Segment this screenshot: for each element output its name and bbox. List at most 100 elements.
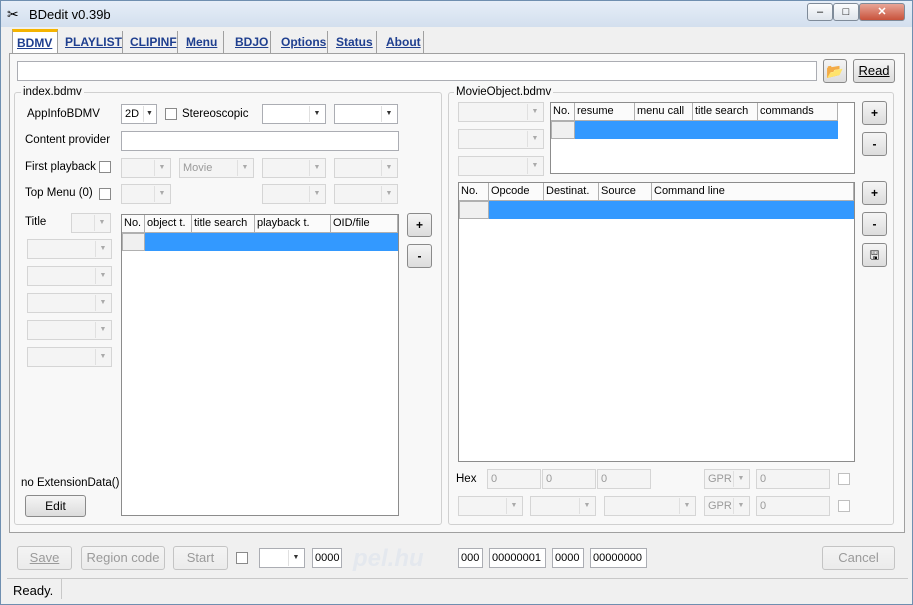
- movie-select-2[interactable]: ▼: [458, 129, 544, 149]
- hex-field-1[interactable]: 0: [487, 469, 541, 489]
- start-select[interactable]: ▼: [259, 548, 305, 568]
- column-header[interactable]: No.: [459, 183, 489, 201]
- first-playback-checkbox[interactable]: [99, 161, 111, 173]
- first-playback-type-select[interactable]: Movie ▼: [179, 158, 254, 178]
- chevron-down-icon: ▼: [288, 550, 303, 566]
- edit-button[interactable]: Edit: [25, 495, 86, 517]
- stereo-select-2[interactable]: ▼: [334, 104, 398, 124]
- first-playback-select-4[interactable]: ▼: [334, 158, 398, 178]
- top-menu-select-4[interactable]: ▼: [334, 184, 398, 204]
- value-field-4[interactable]: 00000000: [590, 548, 647, 568]
- value-field-1[interactable]: 000: [458, 548, 483, 568]
- tab-status[interactable]: Status: [332, 31, 377, 53]
- appinfo-select[interactable]: 2D ▼: [121, 104, 157, 124]
- gpr-field-2[interactable]: 0: [756, 496, 830, 516]
- value-field-3[interactable]: 0000: [552, 548, 584, 568]
- content-provider-label: Content provider: [25, 134, 111, 146]
- tab-about[interactable]: About: [382, 31, 424, 53]
- hex-field-3[interactable]: 0: [597, 469, 651, 489]
- close-button[interactable]: ✕: [859, 3, 905, 21]
- row-header[interactable]: [122, 233, 145, 251]
- chevron-down-icon: ▼: [579, 498, 594, 514]
- content-provider-field[interactable]: [121, 131, 399, 151]
- first-playback-select[interactable]: ▼: [121, 158, 171, 178]
- column-header[interactable]: Destinat.: [544, 183, 599, 201]
- movie-objects-grid[interactable]: No. resume menu call title search comman…: [550, 102, 855, 174]
- top-menu-checkbox[interactable]: [99, 188, 111, 200]
- start-button[interactable]: Start: [173, 546, 228, 570]
- value-field-2[interactable]: 00000001: [489, 548, 546, 568]
- tab-bdmv[interactable]: BDMV: [12, 29, 58, 54]
- gpr-field-1[interactable]: 0: [756, 469, 830, 489]
- chevron-down-icon: ▼: [381, 160, 396, 176]
- column-header[interactable]: playback t.: [255, 215, 331, 233]
- tab-playlist[interactable]: PLAYLIST: [61, 31, 123, 53]
- column-header[interactable]: OID/file: [331, 215, 398, 233]
- hex-field-2[interactable]: 0: [542, 469, 596, 489]
- row-header[interactable]: [551, 121, 575, 139]
- column-header[interactable]: menu call: [635, 103, 693, 121]
- cancel-button[interactable]: Cancel: [822, 546, 895, 570]
- title-select[interactable]: ▼: [71, 213, 111, 233]
- hex-label: Hex: [456, 473, 477, 485]
- gpr-checkbox-2[interactable]: [838, 500, 850, 512]
- add-title-button[interactable]: +: [407, 213, 432, 237]
- top-menu-select[interactable]: ▼: [121, 184, 171, 204]
- column-header[interactable]: resume: [575, 103, 635, 121]
- title-param-select-1[interactable]: ▼: [27, 239, 112, 259]
- table-row[interactable]: [575, 121, 838, 139]
- gpr-select-2[interactable]: GPR ▼: [704, 496, 750, 516]
- add-command-button[interactable]: +: [862, 181, 887, 205]
- column-header[interactable]: No.: [122, 215, 145, 233]
- table-row[interactable]: [145, 233, 398, 251]
- title-param-select-2[interactable]: ▼: [27, 266, 112, 286]
- tab-bdjo[interactable]: BDJO: [231, 31, 271, 53]
- movie-select-1[interactable]: ▼: [458, 102, 544, 122]
- row-header[interactable]: [459, 201, 489, 219]
- movie-select-3[interactable]: ▼: [458, 156, 544, 176]
- titles-grid[interactable]: No. object t. title search playback t. O…: [121, 214, 399, 516]
- tab-options[interactable]: Options: [277, 31, 328, 53]
- column-header[interactable]: Command line: [652, 183, 854, 201]
- chevron-down-icon: ▼: [95, 295, 110, 311]
- chevron-down-icon: ▼: [733, 498, 748, 514]
- column-header[interactable]: No.: [551, 103, 575, 121]
- opcode-select-3[interactable]: ▼: [604, 496, 696, 516]
- gpr-checkbox-1[interactable]: [838, 473, 850, 485]
- status-divider: [61, 579, 62, 599]
- save-command-button[interactable]: 🖫: [862, 243, 887, 267]
- tab-clipinf[interactable]: CLIPINF: [126, 31, 178, 53]
- opcode-select-1[interactable]: ▼: [458, 496, 523, 516]
- remove-title-button[interactable]: -: [407, 244, 432, 268]
- remove-movie-object-button[interactable]: -: [862, 132, 887, 156]
- add-movie-object-button[interactable]: +: [862, 101, 887, 125]
- column-header[interactable]: object t.: [145, 215, 192, 233]
- stereoscopic-checkbox[interactable]: [165, 108, 177, 120]
- column-header[interactable]: commands: [758, 103, 838, 121]
- maximize-button[interactable]: □: [833, 3, 859, 21]
- title-param-select-5[interactable]: ▼: [27, 347, 112, 367]
- opcode-select-2[interactable]: ▼: [530, 496, 596, 516]
- start-checkbox[interactable]: [236, 552, 248, 564]
- open-folder-button[interactable]: 📂: [823, 59, 847, 83]
- column-header[interactable]: title search: [192, 215, 255, 233]
- gpr-select-1[interactable]: GPR ▼: [704, 469, 750, 489]
- minimize-button[interactable]: –: [807, 3, 833, 21]
- remove-command-button[interactable]: -: [862, 212, 887, 236]
- tab-menu[interactable]: Menu: [182, 31, 224, 53]
- column-header[interactable]: Opcode: [489, 183, 544, 201]
- region-code-button[interactable]: Region code: [81, 546, 165, 570]
- first-playback-select-3[interactable]: ▼: [262, 158, 326, 178]
- path-input[interactable]: [17, 61, 817, 81]
- table-row[interactable]: [489, 201, 854, 219]
- column-header[interactable]: Source: [599, 183, 652, 201]
- title-param-select-4[interactable]: ▼: [27, 320, 112, 340]
- commands-grid[interactable]: No. Opcode Destinat. Source Command line: [458, 182, 855, 462]
- save-button[interactable]: Save: [17, 546, 72, 570]
- title-param-select-3[interactable]: ▼: [27, 293, 112, 313]
- start-value-field[interactable]: 0000: [312, 548, 342, 568]
- top-menu-select-3[interactable]: ▼: [262, 184, 326, 204]
- column-header[interactable]: title search: [693, 103, 758, 121]
- read-button[interactable]: Read: [853, 59, 895, 83]
- stereo-select-1[interactable]: ▼: [262, 104, 326, 124]
